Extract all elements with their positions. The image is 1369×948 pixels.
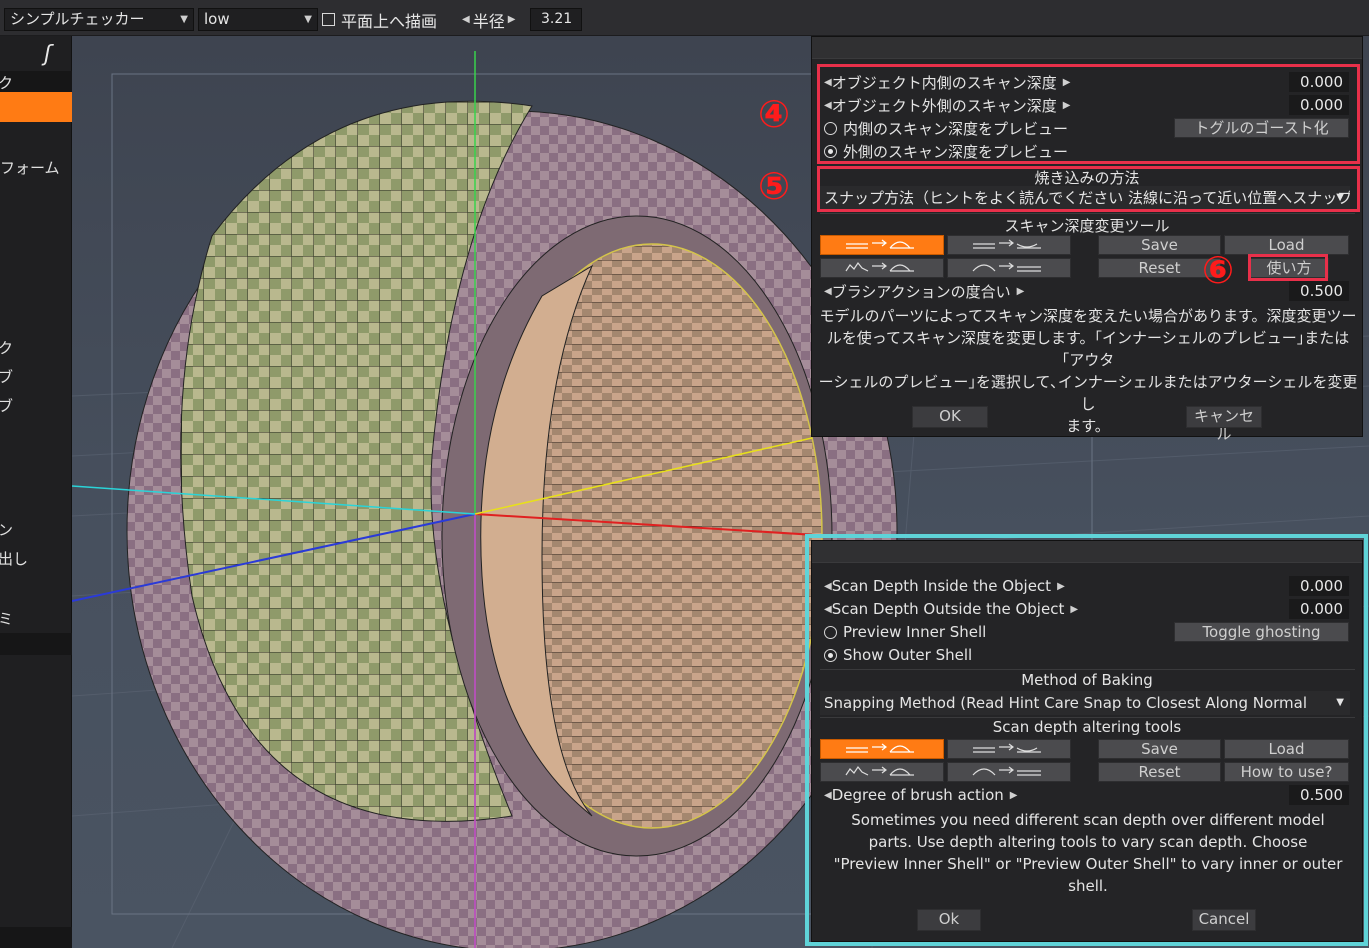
sidebar-item[interactable]: ミ	[0, 608, 13, 629]
arrow-right-icon[interactable]: ▶	[1017, 286, 1025, 297]
texture-select-value: シンプルチェッカー	[10, 10, 145, 28]
help-text-line: ーシェルのプレビュー｣を選択して､インナーシェルまたはアウターシェルを変更し	[818, 373, 1358, 413]
load-button[interactable]: Load	[1224, 235, 1349, 255]
sidebar-item[interactable]: 出し	[0, 548, 28, 569]
sidebar-divider	[0, 633, 72, 655]
quality-select[interactable]: low ▼	[198, 8, 318, 31]
sidebar-item[interactable]: ン	[0, 519, 13, 540]
brush-degree-input[interactable]: 0.500	[1289, 281, 1349, 301]
help-text: モデルのパーツによってスキャン深度を変えたい場合があります。深度変更ツー ルを使…	[818, 305, 1358, 437]
brush-logo-icon: ʃ	[44, 42, 52, 67]
radius-input[interactable]: 3.21	[530, 8, 582, 31]
quality-select-value: low	[204, 10, 230, 28]
chevron-down-icon: ▼	[304, 14, 312, 25]
sidebar-item[interactable]: ク	[0, 337, 13, 358]
top-toolbar: シンプルチェッカー ▼ low ▼ 平面上へ描画 ◀ 半径 ▶ 3.21	[0, 0, 1369, 36]
annotation-badge-5: ⑤	[758, 164, 791, 208]
radius-control[interactable]: ◀ 半径 ▶	[462, 8, 515, 31]
sidebar-divider	[0, 927, 72, 948]
raise-tool-icon	[846, 239, 914, 249]
draw-on-plane-label: 平面上へ描画	[341, 11, 438, 31]
arrow-right-icon[interactable]: ▶	[508, 14, 516, 25]
highlight-english-dialog	[805, 534, 1368, 946]
depth-tool-flatten-button[interactable]	[947, 258, 1071, 278]
brush-degree-label: ブラシアクションの度合い	[831, 282, 1011, 301]
help-text-line: ます。	[1066, 417, 1110, 435]
help-text-line: ルを使ってスキャン深度を変更します。｢インナーシェルのプレビュー｣または｢アウタ	[826, 329, 1350, 369]
sidebar-item[interactable]: ク	[0, 72, 13, 93]
cancel-button[interactable]: キャンセル	[1186, 406, 1262, 443]
flatten-tool-icon	[972, 262, 1041, 272]
arrow-left-icon[interactable]: ◀	[824, 286, 832, 297]
chevron-down-icon: ▼	[180, 14, 188, 25]
lower-tool-icon	[973, 239, 1041, 249]
checkbox-icon[interactable]	[322, 13, 335, 26]
depth-tool-lower-button[interactable]	[947, 235, 1071, 255]
radius-label: 半径	[472, 11, 505, 31]
draw-on-plane-checkbox[interactable]: 平面上へ描画	[322, 8, 437, 31]
arrow-left-icon[interactable]: ◀	[462, 14, 470, 25]
sidebar-item[interactable]: ブ	[0, 366, 13, 387]
divider	[820, 213, 1355, 214]
annotation-badge-4: ④	[758, 92, 791, 136]
tools-title: スキャン深度変更ツール	[1004, 217, 1170, 235]
depth-tool-smooth-button[interactable]	[820, 258, 944, 278]
dialog-titlebar[interactable]	[812, 37, 1362, 59]
ok-button[interactable]: OK	[912, 406, 988, 428]
brush-degree-control[interactable]: ◀ ブラシアクションの度合い ▶	[824, 281, 1024, 301]
sidebar-item[interactable]: フォーム	[0, 157, 60, 178]
smooth-tool-icon	[845, 261, 914, 272]
left-sidebar: ʃ ク フォーム ク ブ ブ ン 出し ミ	[0, 36, 72, 948]
depth-tool-raise-button[interactable]	[820, 235, 944, 255]
highlight-scan-depth	[817, 64, 1360, 164]
help-text-line: モデルのパーツによってスキャン深度を変えたい場合があります。深度変更ツー	[819, 307, 1357, 325]
texture-select[interactable]: シンプルチェッカー ▼	[4, 8, 194, 31]
sidebar-item-active[interactable]	[0, 92, 72, 122]
annotation-badge-6: ⑥	[1202, 248, 1235, 292]
highlight-how-to	[1248, 254, 1328, 281]
highlight-baking-method	[817, 166, 1360, 212]
sidebar-item[interactable]: ブ	[0, 395, 13, 416]
